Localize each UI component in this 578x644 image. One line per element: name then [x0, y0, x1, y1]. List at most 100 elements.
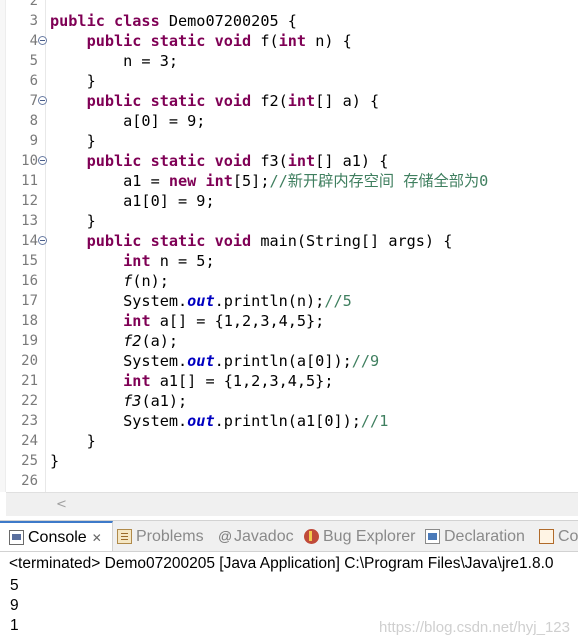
code-text: f(n);	[50, 271, 169, 291]
code-token: (a);	[141, 332, 179, 350]
fold-collapse-icon[interactable]	[38, 36, 47, 45]
console-icon	[9, 530, 24, 545]
line-number: 2	[29, 0, 38, 9]
tab-console[interactable]: Console ✕	[0, 521, 113, 551]
line-number: 4	[29, 33, 38, 49]
javadoc-icon: @	[218, 528, 233, 544]
output-line: 9	[10, 597, 19, 614]
code-editor[interactable]: 2 3 public class Demo07200205 {4 public st…	[0, 0, 578, 520]
code-line[interactable]: 10 public static void f3(int[] a1) {	[0, 151, 578, 171]
code-line[interactable]: 3 public class Demo07200205 {	[0, 11, 578, 31]
code-text: f2(a);	[50, 331, 178, 351]
code-token: //1	[360, 412, 389, 430]
code-line[interactable]: 24 }	[0, 431, 578, 451]
code-token: int	[123, 372, 151, 390]
code-line[interactable]: 23 System.out.println(a1[0]);//1	[0, 411, 578, 431]
code-token: f3(	[251, 152, 288, 170]
code-line[interactable]: 15 int n = 5;	[0, 251, 578, 271]
line-number: 20	[21, 353, 38, 369]
code-text: a[0] = 9;	[50, 111, 205, 131]
tab-label: Declaration	[444, 527, 525, 545]
code-line[interactable]: 12 a1[0] = 9;	[0, 191, 578, 211]
code-token: }	[50, 72, 96, 90]
bug-icon	[304, 529, 319, 544]
code-line[interactable]: 9 }	[0, 131, 578, 151]
code-token: }	[50, 132, 96, 150]
line-number: 14	[21, 233, 38, 249]
code-token: n = 5;	[150, 252, 215, 270]
code-line[interactable]: 19 f2(a);	[0, 331, 578, 351]
line-number: 11	[21, 173, 38, 189]
code-line[interactable]: 8 a[0] = 9;	[0, 111, 578, 131]
line-number: 12	[21, 193, 38, 209]
line-number: 15	[21, 253, 38, 269]
code-token: n) {	[306, 32, 352, 50]
code-line[interactable]: 14 public static void main(String[] args…	[0, 231, 578, 251]
code-line[interactable]: 6 }	[0, 71, 578, 91]
code-text: public static void main(String[] args) {	[50, 231, 453, 251]
declaration-icon	[425, 529, 440, 544]
code-token: .println(n);	[214, 292, 325, 310]
code-token: public class	[50, 12, 160, 30]
code-token: public static void	[86, 92, 252, 110]
console-output[interactable]: <terminated> Demo07200205 [Java Applicat…	[0, 552, 578, 644]
code-text: }	[50, 451, 59, 471]
horizontal-scrollbar[interactable]: <	[6, 492, 578, 516]
tab-coverage[interactable]: Co	[539, 521, 578, 551]
code-line[interactable]: 20 System.out.println(a[0]);//9	[0, 351, 578, 371]
close-icon[interactable]: ✕	[92, 531, 102, 545]
code-line[interactable]: 22 f3(a1);	[0, 391, 578, 411]
line-number: 9	[29, 133, 38, 149]
code-line[interactable]: 2	[0, 0, 578, 11]
code-line[interactable]: 4 public static void f(int n) {	[0, 31, 578, 51]
tab-declaration[interactable]: Declaration	[425, 521, 525, 551]
code-token: f2(	[251, 92, 288, 110]
code-token: System.	[50, 292, 188, 310]
tab-javadoc[interactable]: @ Javadoc	[218, 521, 294, 551]
code-line[interactable]: 17 System.out.println(n);//5	[0, 291, 578, 311]
code-token: new int	[168, 172, 233, 190]
code-line[interactable]: 18 int a[] = {1,2,3,4,5};	[0, 311, 578, 331]
code-line[interactable]: 5 n = 3;	[0, 51, 578, 71]
code-line[interactable]: 26	[0, 471, 578, 491]
code-token: int	[123, 252, 151, 270]
code-line[interactable]: 13 }	[0, 211, 578, 231]
code-token: [5];	[232, 172, 270, 190]
code-token: .println(a[0]);	[214, 352, 352, 370]
code-line[interactable]: 25}	[0, 451, 578, 471]
code-line[interactable]: 16 f(n);	[0, 271, 578, 291]
code-text: int a1[] = {1,2,3,4,5};	[50, 371, 333, 391]
code-text: public static void f(int n) {	[50, 31, 352, 51]
code-line[interactable]: 11 a1 = new int[5];//新开辟内存空间 存储全部为0	[0, 171, 578, 191]
code-token: f2	[123, 332, 142, 350]
code-text: int a[] = {1,2,3,4,5};	[50, 311, 324, 331]
code-token: [] a) {	[315, 92, 380, 110]
code-line[interactable]: 21 int a1[] = {1,2,3,4,5};	[0, 371, 578, 391]
tab-problems[interactable]: Problems	[117, 521, 204, 551]
code-token: }	[50, 212, 96, 230]
fold-collapse-icon[interactable]	[38, 96, 47, 105]
line-number: 19	[21, 333, 38, 349]
tab-label: Bug Explorer	[323, 527, 416, 545]
coverage-icon	[539, 529, 554, 544]
tab-bug-explorer[interactable]: Bug Explorer	[304, 521, 416, 551]
code-token: a1[0] = 9;	[50, 192, 215, 210]
line-number: 6	[29, 73, 38, 89]
fold-collapse-icon[interactable]	[38, 236, 47, 245]
code-token: }	[50, 432, 96, 450]
code-token: f3	[123, 392, 142, 410]
code-token: f	[123, 272, 133, 290]
output-line: 1	[10, 617, 19, 634]
code-line[interactable]: 7 public static void f2(int[] a) {	[0, 91, 578, 111]
code-text: a1 = new int[5];//新开辟内存空间 存储全部为0	[50, 171, 488, 191]
line-number: 7	[29, 93, 38, 109]
scroll-left-arrow-icon[interactable]: <	[56, 495, 67, 515]
fold-collapse-icon[interactable]	[38, 156, 47, 165]
line-number: 17	[21, 293, 38, 309]
line-number: 24	[21, 433, 38, 449]
